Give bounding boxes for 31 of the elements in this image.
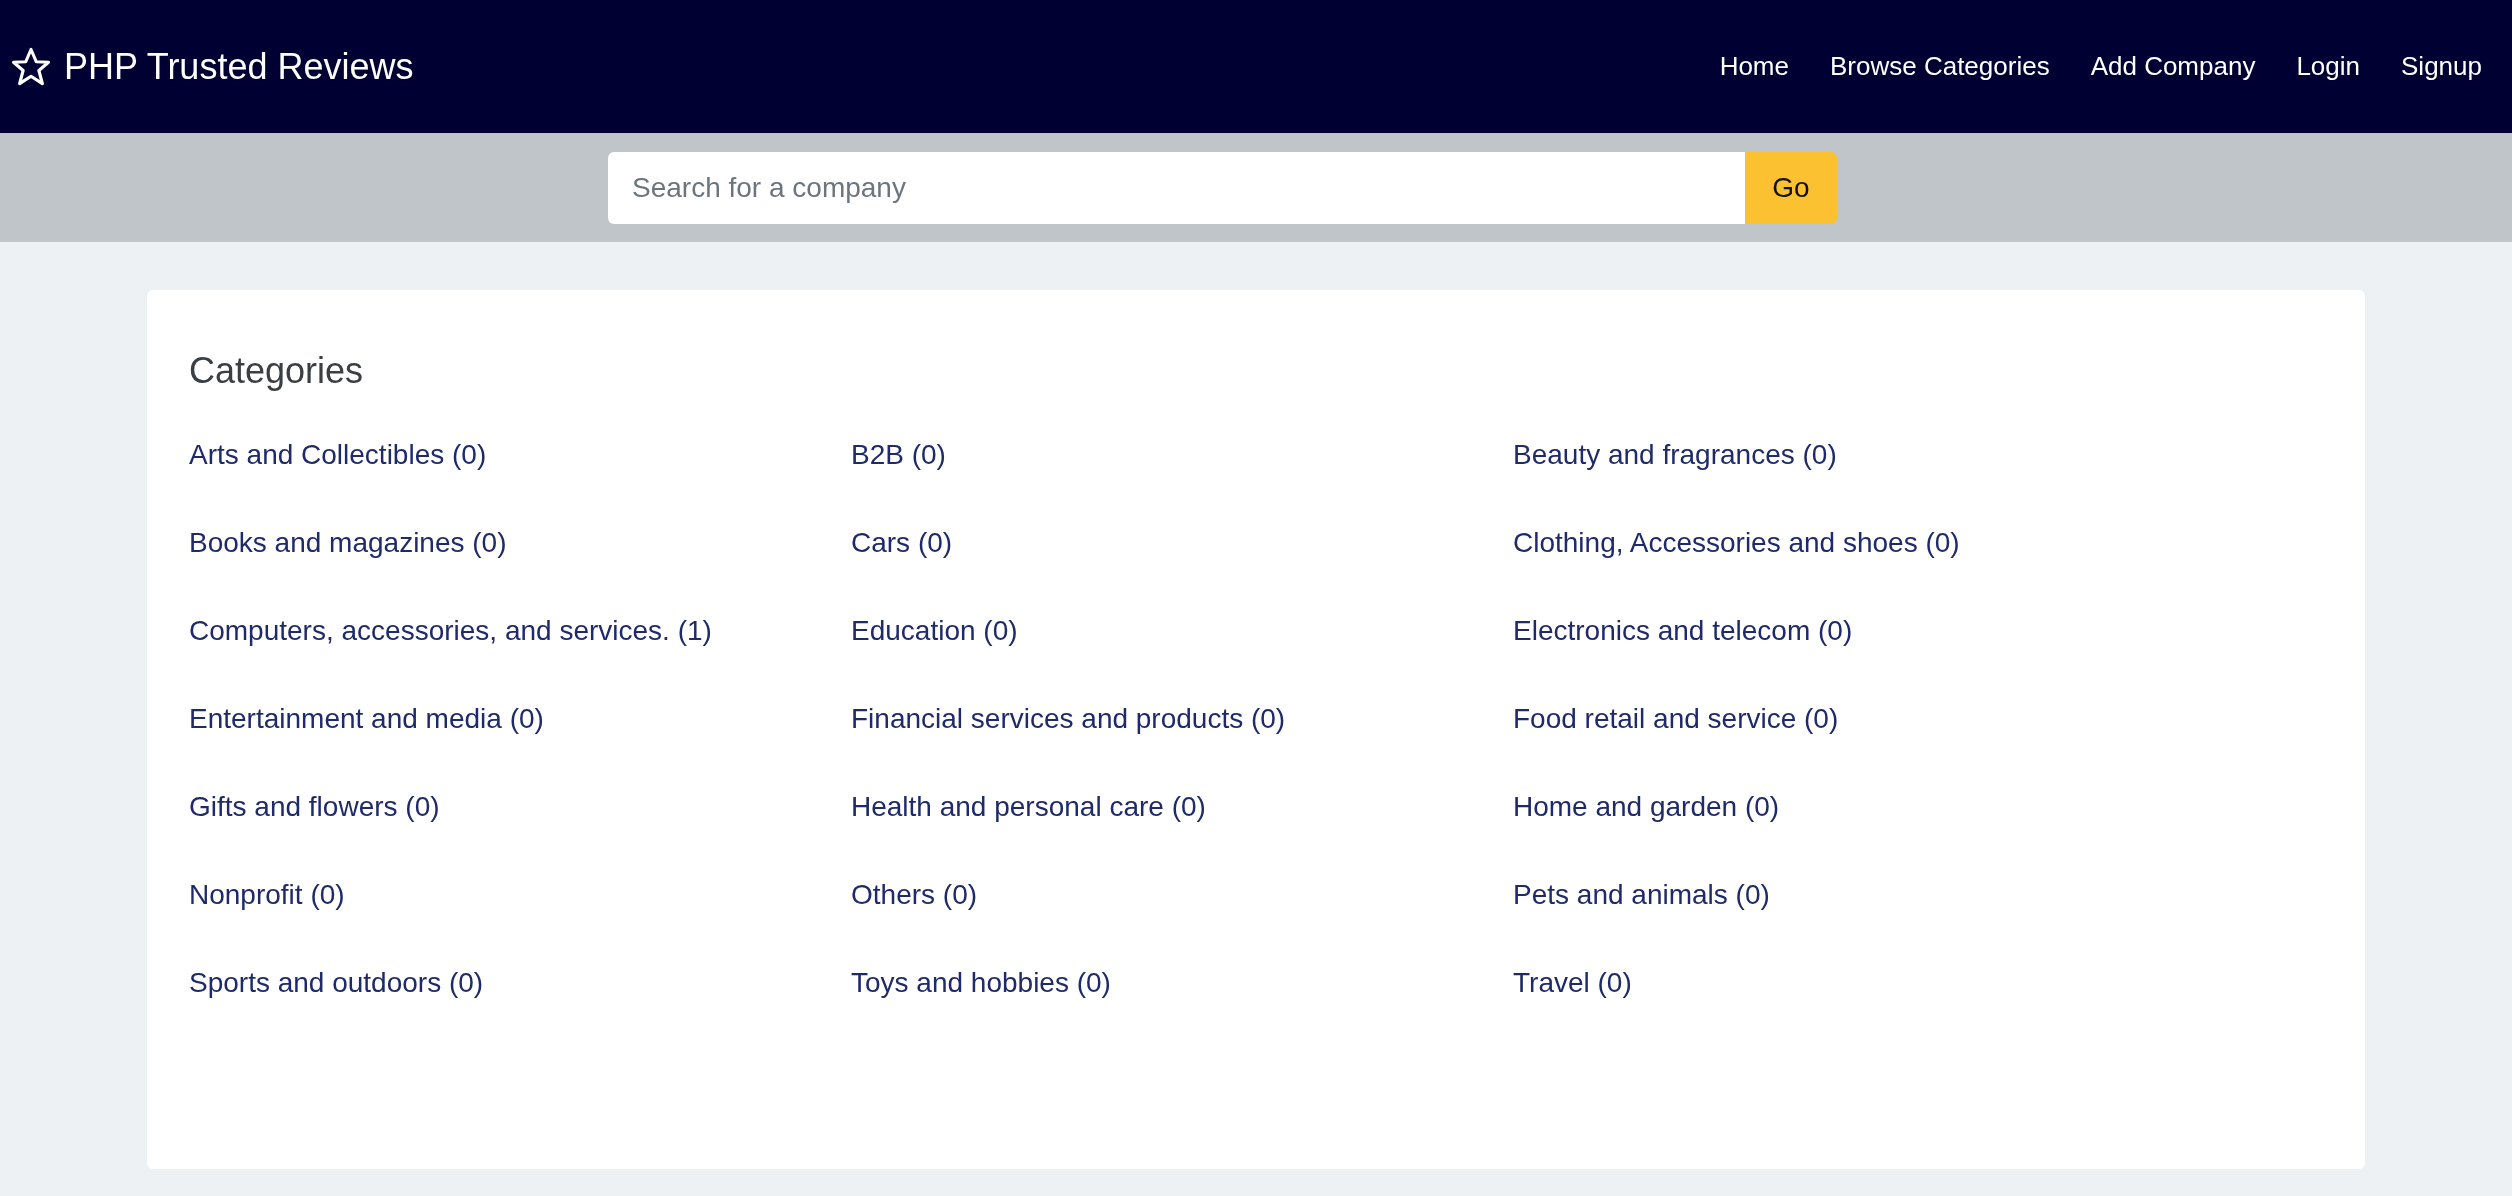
nav-link[interactable]: Login — [2296, 47, 2361, 86]
search-field[interactable]: Search for a company — [608, 151, 1745, 224]
nav-link[interactable]: Add Company — [2090, 47, 2256, 86]
category-link[interactable]: Arts and Collectibles (0) — [189, 436, 851, 474]
category-link[interactable]: Home and garden (0) — [1513, 788, 2175, 826]
category-link[interactable]: Beauty and fragrances (0) — [1513, 436, 2175, 474]
category-link[interactable]: Computers, accessories, and services. (1) — [189, 612, 851, 650]
category-link[interactable]: Electronics and telecom (0) — [1513, 612, 2175, 650]
category-link[interactable]: B2B (0) — [851, 436, 1513, 474]
category-link[interactable]: Books and magazines (0) — [189, 524, 851, 562]
category-link[interactable]: Food retail and service (0) — [1513, 700, 2175, 738]
category-link[interactable]: Gifts and flowers (0) — [189, 788, 851, 826]
category-link[interactable]: Cars (0) — [851, 524, 1513, 562]
category-link[interactable]: Entertainment and media (0) — [189, 700, 851, 738]
category-link[interactable]: Financial services and products (0) — [851, 700, 1513, 738]
star-icon — [10, 45, 52, 88]
category-link[interactable]: Sports and outdoors (0) — [189, 964, 851, 1002]
brand-link[interactable]: PHP Trusted Reviews — [10, 39, 414, 94]
category-link[interactable]: Pets and animals (0) — [1513, 876, 2175, 914]
category-link[interactable]: Nonprofit (0) — [189, 876, 851, 914]
nav-link[interactable]: Browse Categories — [1830, 47, 2050, 86]
category-link[interactable]: Education (0) — [851, 612, 1513, 650]
category-link[interactable]: Health and personal care (0) — [851, 788, 1513, 826]
category-link[interactable]: Clothing, Accessories and shoes (0) — [1513, 524, 2175, 562]
nav-link[interactable]: Signup — [2401, 47, 2482, 86]
nav-link[interactable]: Home — [1719, 47, 1789, 86]
category-link[interactable]: Toys and hobbies (0) — [851, 964, 1513, 1002]
categories-heading: Categories — [189, 349, 365, 393]
category-link[interactable]: Travel (0) — [1513, 964, 2175, 1002]
go-button[interactable]: Go — [1745, 151, 1837, 224]
category-link[interactable]: Others (0) — [851, 876, 1513, 914]
